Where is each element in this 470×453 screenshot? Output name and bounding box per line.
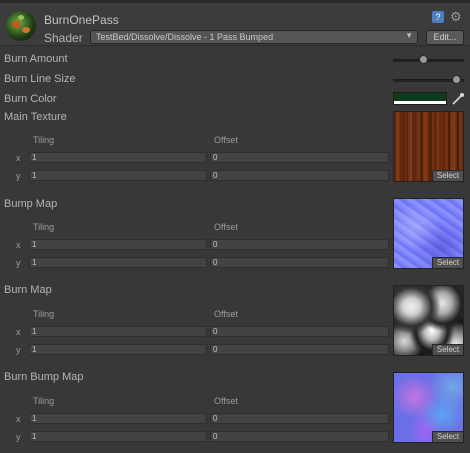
main-texture-offset-label: Offset: [214, 135, 238, 145]
burn-bump-map-offset-y-field[interactable]: 0: [210, 431, 389, 442]
burn-bump-map-offset-label: Offset: [214, 396, 238, 406]
bump-map-tiling-label: Tiling: [33, 222, 55, 232]
burn-bump-map-offset-x-field[interactable]: 0: [210, 413, 389, 424]
burn-map-tiling-y-field[interactable]: 1: [29, 344, 207, 355]
main-texture-tiling-x-field[interactable]: 1: [29, 152, 207, 163]
burn-amount-slider-thumb[interactable]: [419, 55, 429, 64]
burn-color-field[interactable]: [393, 92, 447, 105]
main-texture-label: Main Texture: [4, 111, 67, 123]
material-header: BurnOnePass ? ⚙ Shader TestBed/Dissolve/…: [0, 3, 470, 46]
burn-line-size-slider-thumb[interactable]: [451, 75, 461, 84]
burn-amount-slider[interactable]: [393, 59, 464, 62]
gear-icon[interactable]: ⚙: [450, 10, 462, 24]
burn-map-tiling-x-field[interactable]: 1: [29, 326, 207, 337]
main-texture-tiling-label: Tiling: [33, 135, 55, 145]
shader-label: Shader: [44, 31, 83, 45]
burn-map-thumbnail[interactable]: Select: [393, 285, 464, 356]
shader-dropdown-value: TestBed/Dissolve/Dissolve - 1 Pass Bumpe…: [96, 32, 274, 42]
main-texture-select-button[interactable]: Select: [432, 170, 463, 181]
main-texture-y-label: y: [16, 171, 21, 181]
burn-amount-label: Burn Amount: [4, 53, 68, 65]
bump-map-offset-label: Offset: [214, 222, 238, 232]
burn-map-tiling-label: Tiling: [33, 309, 55, 319]
bump-map-thumbnail[interactable]: Select: [393, 198, 464, 269]
burn-bump-map-label: Burn Bump Map: [4, 371, 84, 383]
main-texture-x-label: x: [16, 153, 21, 163]
main-texture-tiling-y-field[interactable]: 1: [29, 170, 207, 181]
burn-map-offset-x-field[interactable]: 0: [210, 326, 389, 337]
bump-map-offset-y-field[interactable]: 0: [210, 257, 389, 268]
help-book-icon[interactable]: ?: [432, 11, 444, 23]
burn-bump-map-tiling-x-field[interactable]: 1: [29, 413, 207, 424]
burn-bump-map-x-label: x: [16, 414, 21, 424]
edit-shader-button[interactable]: Edit...: [426, 30, 464, 45]
color-alpha-bar: [394, 101, 446, 104]
bump-map-tiling-x-field[interactable]: 1: [29, 239, 207, 250]
burn-map-x-label: x: [16, 327, 21, 337]
burn-map-select-button[interactable]: Select: [432, 344, 463, 355]
bump-map-select-button[interactable]: Select: [432, 257, 463, 268]
burn-bump-map-select-button[interactable]: Select: [432, 431, 463, 442]
bump-map-tiling-y-field[interactable]: 1: [29, 257, 207, 268]
eyedropper-icon[interactable]: [451, 92, 465, 106]
burn-bump-map-thumbnail[interactable]: Select: [393, 372, 464, 443]
bump-map-x-label: x: [16, 240, 21, 250]
burn-map-offset-y-field[interactable]: 0: [210, 344, 389, 355]
burn-bump-map-tiling-label: Tiling: [33, 396, 55, 406]
burn-map-offset-label: Offset: [214, 309, 238, 319]
bump-map-y-label: y: [16, 258, 21, 268]
chevron-down-icon: ▼: [405, 31, 413, 40]
main-texture-offset-x-field[interactable]: 0: [210, 152, 389, 163]
burn-line-size-label: Burn Line Size: [4, 73, 76, 85]
burn-map-y-label: y: [16, 345, 21, 355]
material-sphere-icon: [6, 11, 36, 41]
material-name: BurnOnePass: [44, 13, 119, 27]
burn-bump-map-tiling-y-field[interactable]: 1: [29, 431, 207, 442]
bump-map-offset-x-field[interactable]: 0: [210, 239, 389, 250]
bump-map-label: Bump Map: [4, 198, 58, 210]
main-texture-offset-y-field[interactable]: 0: [210, 170, 389, 181]
burn-map-label: Burn Map: [4, 284, 52, 296]
main-texture-thumbnail[interactable]: Select: [393, 111, 464, 182]
burn-color-label: Burn Color: [4, 93, 57, 105]
shader-dropdown[interactable]: TestBed/Dissolve/Dissolve - 1 Pass Bumpe…: [90, 30, 418, 44]
burn-bump-map-y-label: y: [16, 432, 21, 442]
